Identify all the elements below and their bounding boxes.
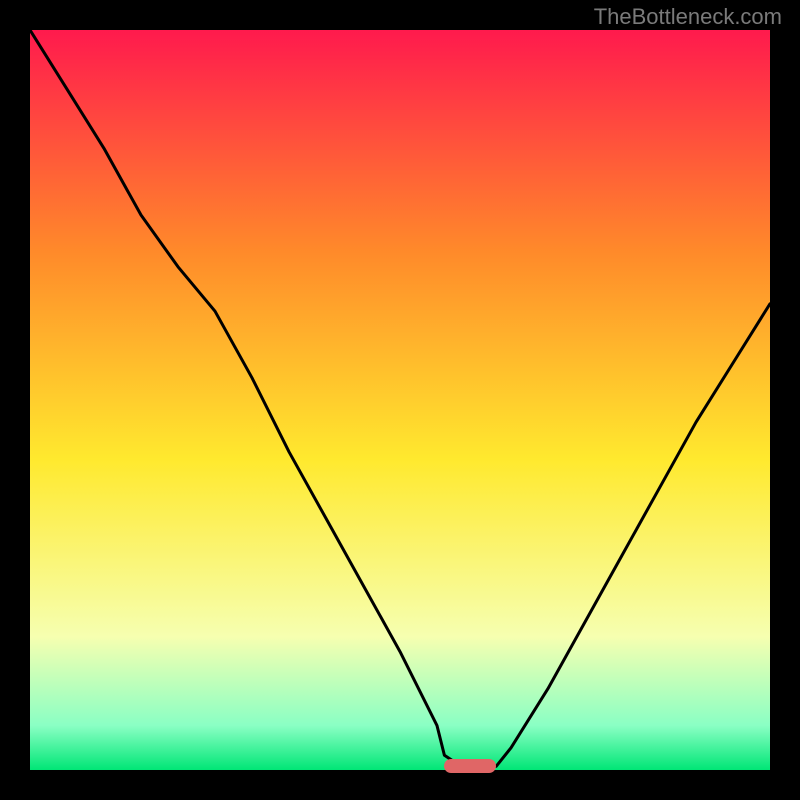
chart-svg <box>30 30 770 770</box>
optimal-range-marker <box>444 759 496 773</box>
chart-plot-area <box>30 30 770 770</box>
gradient-background <box>30 30 770 770</box>
watermark-text: TheBottleneck.com <box>594 4 782 30</box>
